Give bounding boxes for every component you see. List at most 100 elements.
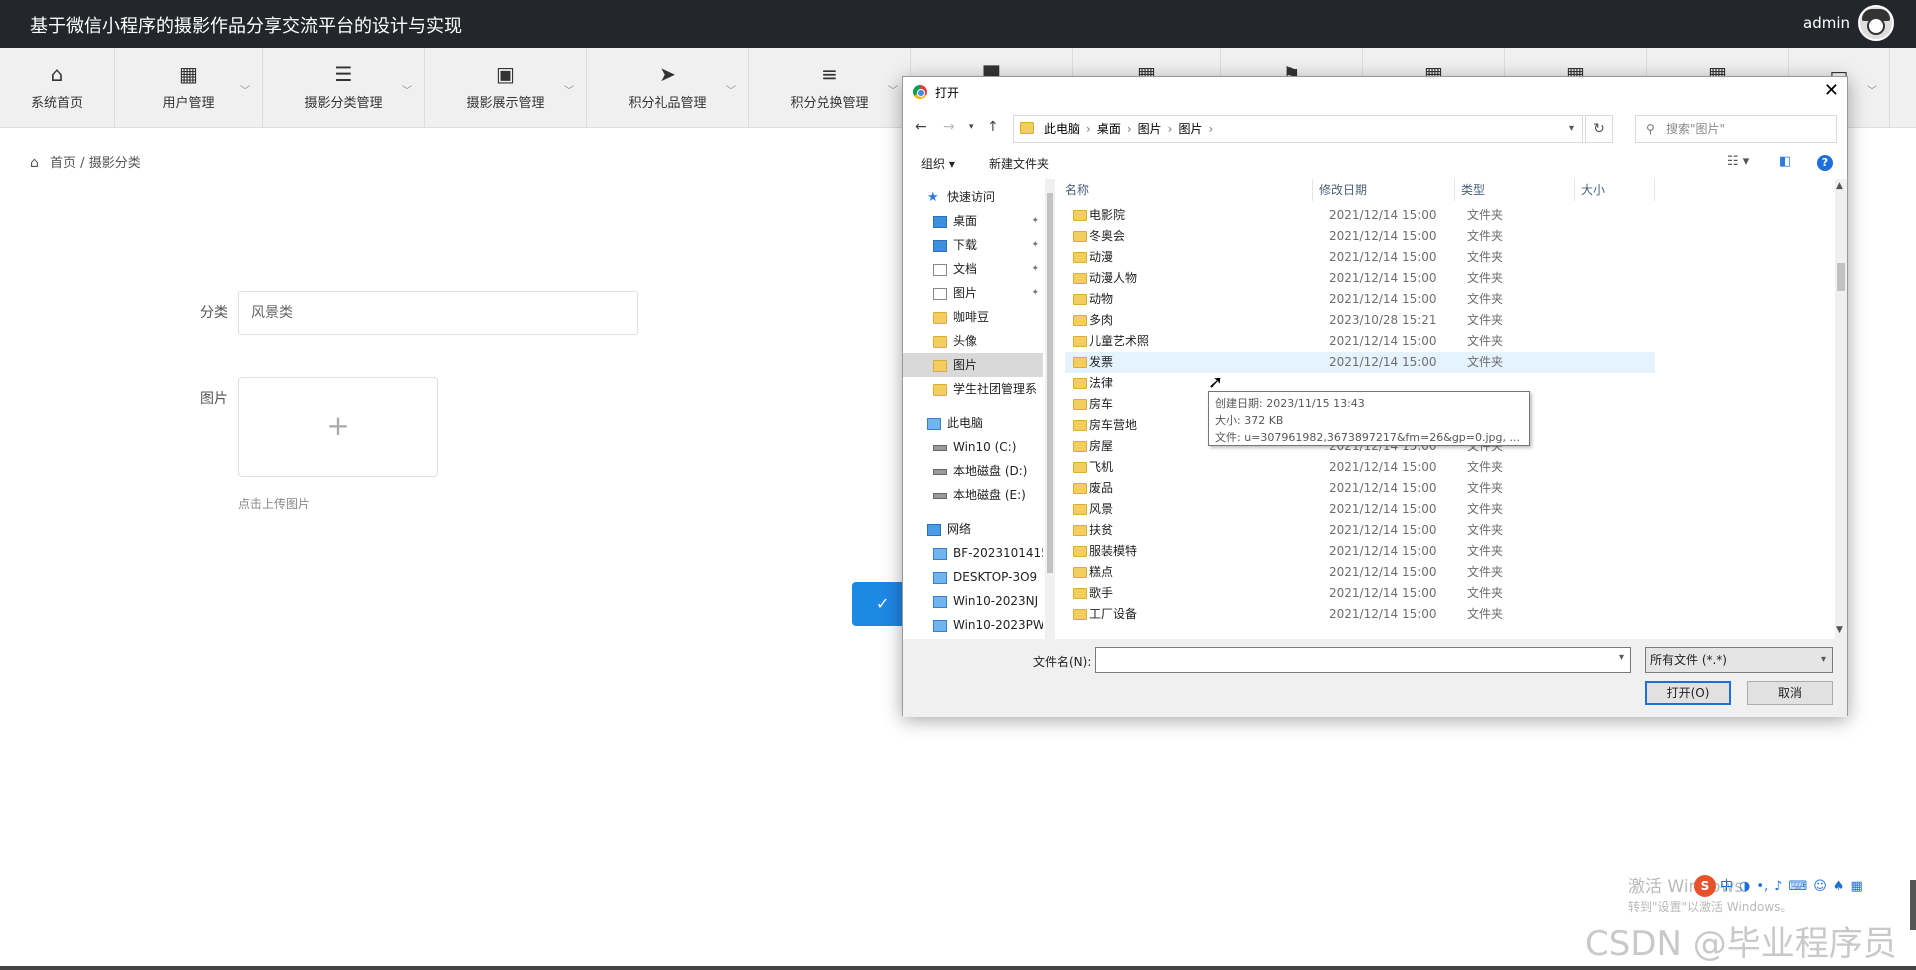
- skin-icon[interactable]: ♠: [1833, 879, 1845, 894]
- ime-mode[interactable]: 中: [1720, 879, 1733, 894]
- nav-pane-item[interactable]: Win10-2023PW: [903, 613, 1043, 637]
- address-bar[interactable]: 此电脑 › 桌面 › 图片 › 图片 › ▾: [1013, 115, 1583, 143]
- file-type-select[interactable]: 所有文件 (*.*) ▾: [1645, 647, 1833, 673]
- punctuation-icon[interactable]: ◑: [1739, 879, 1750, 894]
- column-size[interactable]: 大小: [1575, 179, 1655, 201]
- chevron-down-icon[interactable]: ▾: [1569, 116, 1574, 142]
- nav-pane-item[interactable]: BF-2023101415: [903, 541, 1043, 565]
- file-row[interactable]: 动漫人物 2021/12/14 15:00 文件夹: [1065, 268, 1655, 289]
- file-row[interactable]: 废品 2021/12/14 15:00 文件夹: [1065, 478, 1655, 499]
- navigation-scrollbar[interactable]: [1045, 179, 1055, 639]
- nav-pane-item[interactable]: 文档 ✦: [903, 257, 1043, 281]
- file-row[interactable]: 动物 2021/12/14 15:00 文件夹: [1065, 289, 1655, 310]
- file-row[interactable]: 歌手 2021/12/14 15:00 文件夹: [1065, 583, 1655, 604]
- preview-pane-icon[interactable]: ◧: [1779, 154, 1791, 169]
- view-options-icon[interactable]: ☷ ▾: [1727, 154, 1749, 169]
- scrollbar-thumb[interactable]: [1047, 193, 1053, 573]
- breadcrumb-home[interactable]: 首页: [50, 156, 76, 171]
- microphone-icon[interactable]: ♪: [1774, 879, 1782, 894]
- nav-pane-item[interactable]: ★ 快速访问: [903, 185, 1043, 209]
- symbol-icon[interactable]: •,: [1756, 879, 1768, 894]
- ime-toolbar[interactable]: S 中 ◑ •, ♪ ⌨ ☺ ♠ ▦: [1694, 874, 1869, 900]
- chevron-right-icon[interactable]: ›: [1168, 122, 1173, 136]
- folder-icon: [1073, 252, 1087, 263]
- file-row[interactable]: 工厂设备 2021/12/14 15:00 文件夹: [1065, 604, 1655, 625]
- cancel-button[interactable]: 取消: [1747, 681, 1833, 705]
- nav-pane-item[interactable]: 本地磁盘 (E:): [903, 483, 1043, 507]
- address-crumb[interactable]: 此电脑: [1044, 122, 1080, 136]
- nav-pane-item[interactable]: 咖啡豆: [903, 305, 1043, 329]
- category-input[interactable]: 风景类: [238, 291, 638, 335]
- nav-pane-item[interactable]: 图片 ✦: [903, 281, 1043, 305]
- file-row[interactable]: 发票 2021/12/14 15:00 文件夹: [1065, 352, 1655, 373]
- nav-pane-item[interactable]: 桌面 ✦: [903, 209, 1043, 233]
- refresh-icon[interactable]: ↻: [1585, 115, 1613, 143]
- toolbox-icon[interactable]: ▦: [1850, 879, 1862, 894]
- open-button[interactable]: 打开(O): [1645, 681, 1731, 705]
- nav-pane-item[interactable]: 图片: [903, 353, 1043, 377]
- image-uploader[interactable]: +: [238, 377, 438, 477]
- user-icon[interactable]: ☺: [1813, 879, 1827, 894]
- file-row[interactable]: 冬奥会 2021/12/14 15:00 文件夹: [1065, 226, 1655, 247]
- file-row[interactable]: 儿童艺术照 2021/12/14 15:00 文件夹: [1065, 331, 1655, 352]
- nav-pane-label: 网络: [947, 522, 972, 536]
- file-name: 风景: [1089, 502, 1114, 516]
- chevron-down-icon[interactable]: ▾: [1619, 652, 1624, 663]
- search-input[interactable]: ⚲ 搜索"图片": [1635, 115, 1837, 143]
- column-name[interactable]: 名称: [1059, 179, 1313, 201]
- nav-item-1[interactable]: ▦ 用户管理 ﹀: [115, 48, 263, 127]
- organize-button[interactable]: 组织 ▾: [921, 155, 955, 172]
- chevron-right-icon[interactable]: ›: [1086, 122, 1091, 136]
- nav-pane-item[interactable]: 下载 ✦: [903, 233, 1043, 257]
- dialog-titlebar[interactable]: 打开 ✕: [903, 77, 1847, 107]
- nav-pane-item[interactable]: Win10-2023NJ: [903, 589, 1043, 613]
- close-icon[interactable]: ✕: [1824, 80, 1839, 101]
- new-folder-button[interactable]: 新建文件夹: [989, 155, 1049, 172]
- nav-pane-item[interactable]: DESKTOP-3O9: [903, 565, 1043, 589]
- nav-pane-item[interactable]: 网络: [903, 517, 1043, 541]
- nav-item-0[interactable]: ⌂ 系统首页: [0, 48, 115, 127]
- nav-item-3[interactable]: ▣ 摄影展示管理 ﹀: [425, 48, 587, 127]
- file-row[interactable]: 动漫 2021/12/14 15:00 文件夹: [1065, 247, 1655, 268]
- help-icon[interactable]: ?: [1817, 155, 1833, 171]
- scroll-up-icon[interactable]: ▲: [1836, 181, 1843, 191]
- column-date[interactable]: 修改日期: [1313, 179, 1455, 201]
- back-arrow-icon[interactable]: ←: [915, 119, 927, 135]
- file-row[interactable]: 扶贫 2021/12/14 15:00 文件夹: [1065, 520, 1655, 541]
- scroll-down-icon[interactable]: ▼: [1836, 625, 1843, 635]
- avatar[interactable]: [1858, 5, 1894, 41]
- up-arrow-icon[interactable]: ↑: [987, 119, 999, 135]
- nav-item-5[interactable]: ≡ 积分兑换管理 ﹀: [749, 48, 911, 127]
- nav-item-4[interactable]: ➤ 积分礼品管理 ﹀: [587, 48, 749, 127]
- keyboard-icon[interactable]: ⌨: [1788, 879, 1807, 894]
- file-row[interactable]: 多肉 2023/10/28 15:21 文件夹: [1065, 310, 1655, 331]
- address-crumb[interactable]: 图片: [1178, 122, 1202, 136]
- file-row[interactable]: 糕点 2021/12/14 15:00 文件夹: [1065, 562, 1655, 583]
- nav-pane-item[interactable]: 本地磁盘 (D:): [903, 459, 1043, 483]
- file-type: 文件夹: [1467, 208, 1504, 222]
- nav-item-2[interactable]: ☰ 摄影分类管理 ﹀: [263, 48, 425, 127]
- file-row[interactable]: 风景 2021/12/14 15:00 文件夹: [1065, 499, 1655, 520]
- recent-locations-icon[interactable]: ▾: [969, 122, 974, 132]
- forward-arrow-icon[interactable]: →: [943, 119, 955, 135]
- chevron-right-icon[interactable]: ›: [1209, 122, 1214, 136]
- filename-input[interactable]: ▾: [1095, 647, 1631, 673]
- file-type-value: 所有文件 (*.*): [1650, 653, 1727, 667]
- nav-pane-item[interactable]: 学生社团管理系: [903, 377, 1043, 401]
- nav-pane-label: Win10 (C:): [953, 440, 1017, 454]
- home-icon[interactable]: ⌂: [30, 155, 44, 171]
- file-type: 文件夹: [1467, 460, 1504, 474]
- nav-pane-item[interactable]: Win10 (C:): [903, 435, 1043, 459]
- nav-pane-item[interactable]: 此电脑: [903, 411, 1043, 435]
- username[interactable]: admin: [1803, 14, 1850, 32]
- scrollbar-thumb[interactable]: [1837, 263, 1845, 291]
- file-list-scrollbar[interactable]: ▲ ▼: [1835, 179, 1847, 639]
- file-row[interactable]: 服装模特 2021/12/14 15:00 文件夹: [1065, 541, 1655, 562]
- nav-pane-item[interactable]: 头像: [903, 329, 1043, 353]
- address-crumb[interactable]: 图片: [1138, 122, 1162, 136]
- chevron-right-icon[interactable]: ›: [1127, 122, 1132, 136]
- file-row[interactable]: 电影院 2021/12/14 15:00 文件夹: [1065, 205, 1655, 226]
- column-type[interactable]: 类型: [1455, 179, 1575, 201]
- file-row[interactable]: 飞机 2021/12/14 15:00 文件夹: [1065, 457, 1655, 478]
- address-crumb[interactable]: 桌面: [1097, 122, 1121, 136]
